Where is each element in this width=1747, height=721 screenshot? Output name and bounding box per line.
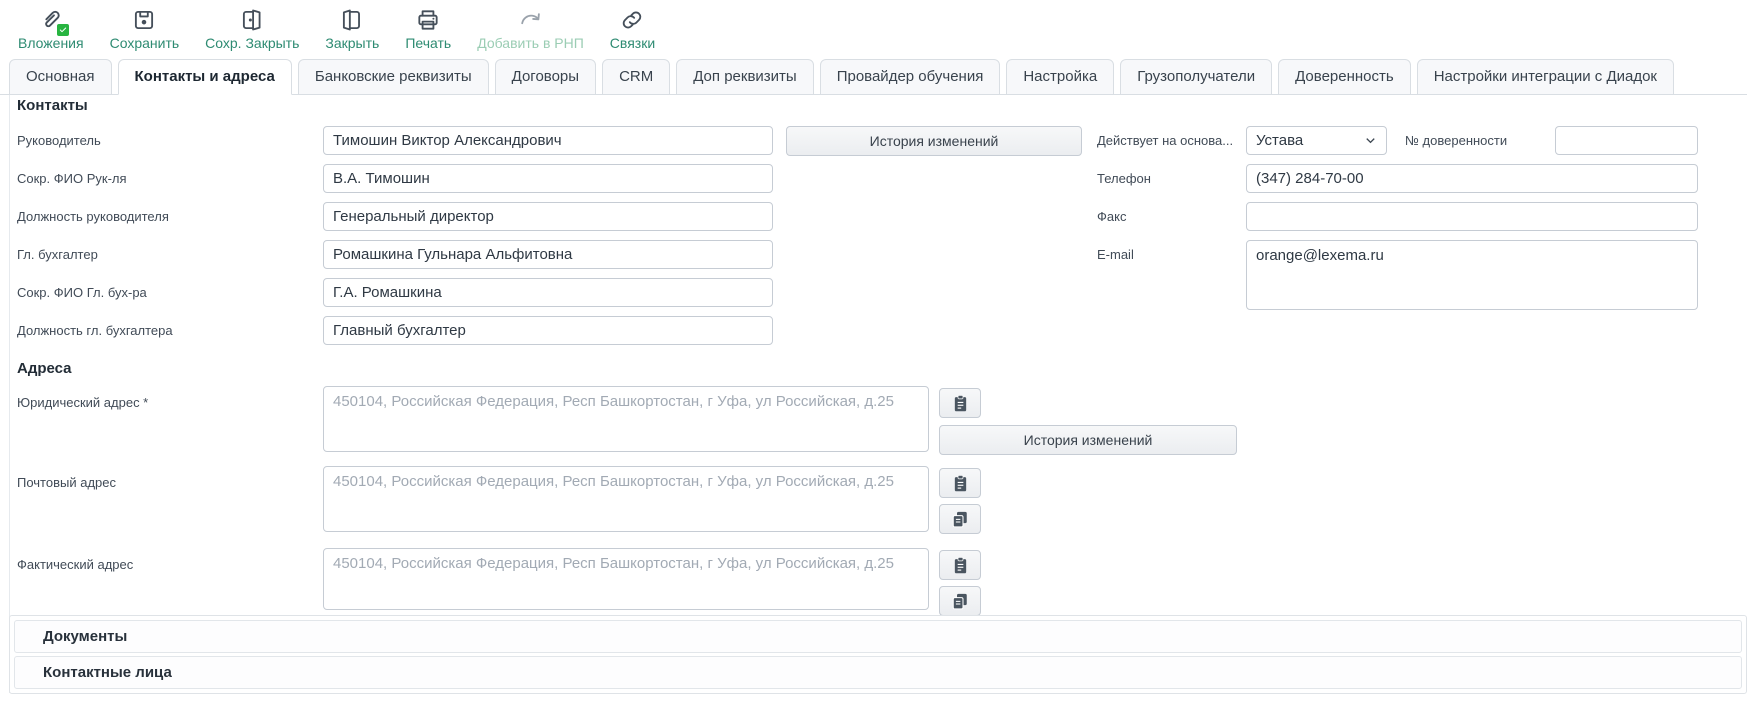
toolbar-item-label: Закрыть	[325, 35, 379, 51]
chief-accountant-position-field[interactable]	[323, 316, 773, 345]
legal-address-paste-button[interactable]	[939, 388, 981, 418]
toolbar-item-label: Вложения	[18, 35, 84, 51]
email-label: E-mail	[1097, 240, 1134, 269]
tab-dogovory[interactable]: Договоры	[495, 59, 596, 95]
toolbar-item-label: Печать	[405, 35, 451, 51]
save-button[interactable]: Сохранить	[110, 5, 180, 51]
chief-accountant-short-name-label: Сокр. ФИО Гл. бух-ра	[17, 278, 147, 307]
clipboard-paste-icon	[952, 394, 969, 413]
director-short-name-label: Сокр. ФИО Рук-ля	[17, 164, 127, 193]
tab-bankovskie-rekvizity[interactable]: Банковские реквизиты	[298, 59, 489, 95]
print-button[interactable]: Печать	[405, 5, 451, 51]
tab-provayder-obucheniya[interactable]: Провайдер обучения	[820, 59, 1001, 95]
contact-persons-panel-header[interactable]: Контактные лица	[14, 656, 1742, 689]
legal-address-textarea[interactable]: 450104, Российская Федерация, Респ Башко…	[323, 386, 929, 452]
postal-address-label: Почтовый адрес	[17, 474, 116, 491]
toolbar-item-label: Сохр. Закрыть	[205, 35, 299, 51]
addresses-history-button[interactable]: История изменений	[939, 425, 1237, 455]
save-close-icon	[239, 5, 265, 34]
toolbar: Вложения Сохранить Сохр. Закрыть Закрыть…	[0, 0, 1747, 52]
toolbar-item-label: Связки	[610, 35, 655, 51]
tab-doverennost[interactable]: Доверенность	[1278, 59, 1411, 95]
acting-on-basis-select[interactable]: Устава	[1246, 126, 1387, 155]
attachments-button[interactable]: Вложения	[18, 5, 84, 51]
link-icon	[619, 5, 645, 34]
copy-icon	[951, 510, 969, 528]
actual-address-label: Фактический адрес	[17, 556, 133, 573]
tab-osnovnaya[interactable]: Основная	[9, 59, 112, 95]
email-field[interactable]: orange@lexema.ru	[1246, 240, 1698, 310]
tab-nastroyka[interactable]: Настройка	[1006, 59, 1114, 95]
tab-crm[interactable]: CRM	[602, 59, 670, 95]
director-short-name-field[interactable]	[323, 164, 773, 193]
tab-kontakty-i-adresa[interactable]: Контакты и адреса	[118, 59, 292, 95]
redo-arrow-icon	[517, 5, 543, 34]
director-position-label: Должность руководителя	[17, 202, 169, 231]
fax-field[interactable]	[1246, 202, 1698, 231]
actual-address-copy-button[interactable]	[939, 586, 981, 616]
bottom-panels-container: Документы Контактные лица	[9, 615, 1747, 694]
toolbar-item-label: Сохранить	[110, 35, 180, 51]
chevron-down-icon	[1363, 133, 1378, 148]
save-close-button[interactable]: Сохр. Закрыть	[205, 5, 299, 51]
attorney-number-field[interactable]	[1555, 126, 1698, 155]
add-to-rnp-button[interactable]: Добавить в РНП	[477, 5, 584, 51]
chief-accountant-position-label: Должность гл. бухгалтера	[17, 316, 173, 345]
actual-address-paste-button[interactable]	[939, 550, 981, 580]
postal-address-copy-button[interactable]	[939, 504, 981, 534]
postal-address-paste-button[interactable]	[939, 468, 981, 498]
addresses-section-title: Адреса	[17, 360, 72, 377]
copy-icon	[951, 592, 969, 610]
paperclip-check-icon	[37, 5, 64, 34]
chief-accountant-short-name-field[interactable]	[323, 278, 773, 307]
attorney-number-label: № доверенности	[1405, 126, 1507, 155]
print-icon	[415, 5, 441, 34]
contacts-section-title: Контакты	[17, 97, 88, 114]
counterparty-card-window: Вложения Сохранить Сохр. Закрыть Закрыть…	[0, 0, 1747, 721]
actual-address-textarea[interactable]: 450104, Российская Федерация, Респ Башко…	[323, 548, 929, 610]
postal-address-textarea[interactable]: 450104, Российская Федерация, Респ Башко…	[323, 466, 929, 532]
director-position-field[interactable]	[323, 202, 773, 231]
chief-accountant-label: Гл. бухгалтер	[17, 240, 98, 269]
acting-on-basis-value: Устава	[1256, 132, 1363, 149]
phone-field[interactable]	[1246, 164, 1698, 193]
documents-panel-header[interactable]: Документы	[14, 620, 1742, 653]
tab-gruzopoluchateli[interactable]: Грузополучатели	[1120, 59, 1272, 95]
clipboard-paste-icon	[952, 556, 969, 575]
director-field[interactable]	[323, 126, 773, 155]
save-icon	[131, 5, 157, 34]
tab-bar: Основная Контакты и адреса Банковские ре…	[0, 53, 1747, 95]
legal-address-label: Юридический адрес *	[17, 394, 148, 411]
clipboard-paste-icon	[952, 474, 969, 493]
toolbar-item-label: Добавить в РНП	[477, 35, 584, 51]
director-label: Руководитель	[17, 126, 101, 155]
tab-dop-rekvizity[interactable]: Доп реквизиты	[676, 59, 813, 95]
links-button[interactable]: Связки	[610, 5, 655, 51]
fax-label: Факс	[1097, 202, 1126, 231]
acting-on-basis-label: Действует на основа...	[1097, 126, 1233, 155]
tab-nastroyki-integracii-diadok[interactable]: Настройки интеграции с Диадок	[1417, 59, 1674, 95]
check-badge-icon	[56, 23, 70, 37]
phone-label: Телефон	[1097, 164, 1151, 193]
close-door-icon	[339, 5, 365, 34]
chief-accountant-field[interactable]	[323, 240, 773, 269]
content-left-border	[9, 95, 10, 693]
close-button[interactable]: Закрыть	[325, 5, 379, 51]
contacts-history-button[interactable]: История изменений	[786, 126, 1082, 156]
